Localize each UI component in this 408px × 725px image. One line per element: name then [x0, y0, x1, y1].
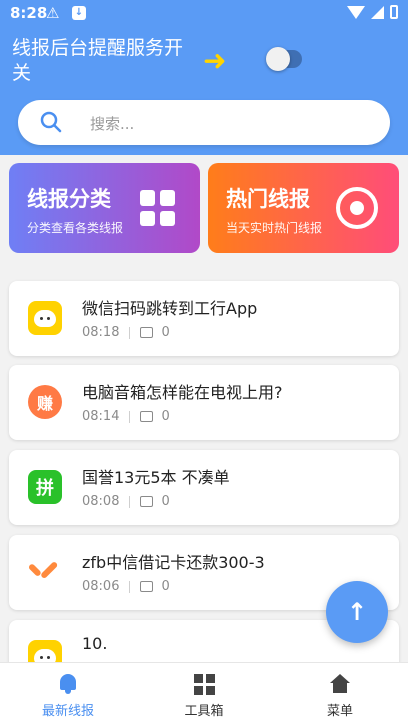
item-time: 08:14 — [82, 409, 120, 424]
search-icon — [40, 111, 62, 133]
item-meta: 08:18 0 — [82, 325, 170, 340]
home-icon — [330, 674, 350, 694]
item-title: 微信扫码跳转到工行App — [82, 299, 258, 318]
card-subtitle: 分类查看各类线报 — [27, 221, 124, 235]
nav-menu[interactable]: 菜单 — [290, 671, 390, 719]
comment-icon — [140, 411, 154, 422]
comment-icon — [140, 581, 154, 592]
wifi-icon — [347, 5, 365, 19]
card-subtitle: 当天实时热门线报 — [226, 221, 323, 235]
nav-label: 菜单 — [326, 704, 353, 719]
list-item[interactable]: 赚 电脑音箱怎样能在电视上用? 08:14 0 — [9, 365, 399, 440]
search-input[interactable]: 搜索... — [90, 113, 134, 134]
item-title: 10. — [82, 634, 108, 653]
nav-toolbox[interactable]: 工具箱 — [154, 671, 254, 719]
comment-icon — [140, 496, 154, 507]
nav-label: 最新线报 — [41, 704, 94, 719]
grid-icon — [140, 190, 176, 226]
arrow-up-icon: ↑ — [346, 598, 368, 626]
pinduoduo-icon: 拼 — [28, 470, 62, 504]
toolbox-icon — [193, 673, 215, 695]
item-comment-count: 0 — [161, 325, 170, 340]
list-item[interactable]: 微信扫码跳转到工行App 08:18 0 — [9, 281, 399, 356]
item-meta: 08:14 0 — [82, 409, 170, 424]
nav-label: 工具箱 — [184, 704, 224, 719]
item-comment-count: 0 — [161, 409, 170, 424]
item-time: 08:18 — [82, 325, 120, 340]
scroll-to-top-button[interactable]: ↑ — [326, 581, 388, 643]
list-item[interactable]: 拼 国誉13元5本 不凑单 08:08 0 — [9, 450, 399, 525]
item-meta: 08:08 0 — [82, 494, 170, 509]
service-toggle-switch[interactable] — [266, 47, 302, 71]
nav-latest[interactable]: 最新线报 — [18, 671, 118, 719]
wechat-mascot-icon — [28, 301, 62, 335]
category-card-hot[interactable]: 热门线报 当天实时热门线报 — [208, 163, 399, 253]
item-title: 国誉13元5本 不凑单 — [82, 468, 230, 487]
warning-icon: ⚠ — [46, 4, 60, 22]
v-logo-icon — [28, 555, 62, 589]
item-time: 08:08 — [82, 494, 120, 509]
cell-signal-icon — [371, 5, 384, 19]
item-title: 电脑音箱怎样能在电视上用? — [82, 383, 283, 402]
wechat-mascot-icon — [28, 640, 62, 662]
target-icon — [336, 187, 378, 229]
status-time: 8:28 — [10, 4, 48, 22]
item-comment-count: 0 — [161, 579, 170, 594]
download-icon: ↓ — [72, 6, 86, 20]
card-title: 线报分类 — [27, 187, 111, 211]
status-bar: 8:28 ⚠ ↓ — [0, 0, 408, 28]
category-card-classify[interactable]: 线报分类 分类查看各类线报 — [9, 163, 200, 253]
search-bar[interactable]: 搜索... — [18, 100, 390, 145]
item-title: zfb中信借记卡还款300-3 — [82, 553, 265, 572]
item-meta: 08:06 0 — [82, 579, 170, 594]
header: 8:28 ⚠ ↓ 线报后台提醒服务开关 ➜ 搜索... — [0, 0, 408, 155]
card-title: 热门线报 — [226, 187, 310, 211]
bell-icon — [59, 674, 77, 694]
item-time: 08:06 — [82, 579, 120, 594]
bottom-nav: 最新线报 工具箱 菜单 — [0, 662, 408, 725]
arrow-right-icon: ➜ — [203, 44, 227, 77]
battery-icon — [390, 5, 398, 19]
comment-icon — [140, 327, 154, 338]
item-comment-count: 0 — [161, 494, 170, 509]
toggle-knob — [266, 47, 290, 71]
earn-icon: 赚 — [28, 385, 62, 419]
service-toggle-label: 线报后台提醒服务开关 — [12, 37, 184, 84]
